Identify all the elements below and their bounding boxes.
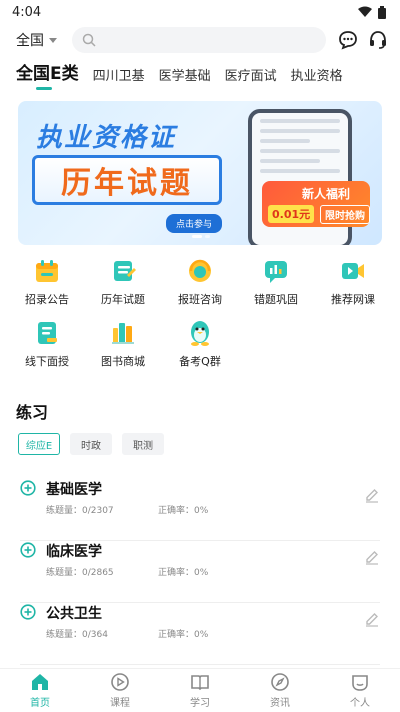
shortcut-recruitment[interactable]: 招录公告 xyxy=(9,257,85,307)
chat-bubble-icon xyxy=(339,31,357,50)
notebook-icon xyxy=(38,322,57,344)
tab-category-3[interactable]: 医疗面试 xyxy=(225,65,277,90)
nav-label: 资讯 xyxy=(270,698,290,709)
nav-label: 课程 xyxy=(110,698,130,709)
promo-price: 0.01元 xyxy=(268,205,315,223)
nav-label: 学习 xyxy=(190,698,210,709)
plus-circle-icon[interactable] xyxy=(20,480,36,496)
practice-name: 基础医学 xyxy=(46,482,102,498)
books-icon xyxy=(112,323,134,344)
play-icon xyxy=(111,673,129,691)
nav-study[interactable]: 学习 xyxy=(160,669,240,712)
practice-item[interactable]: 临床医学 练题量：0/2865 正确率：0% xyxy=(20,541,380,603)
practice-item[interactable]: 公共卫生 练题量：0/364 正确率：0% xyxy=(20,603,380,665)
promo-badge: 新人福利 0.01元 限时抢购 xyxy=(262,181,370,227)
practice-name: 公共卫生 xyxy=(46,606,102,622)
practice-count: 练题量：0/364 xyxy=(46,630,108,640)
shortcut-class-consult[interactable]: 报班咨询 xyxy=(162,257,238,307)
caret-down-icon xyxy=(49,37,57,43)
headset-icon xyxy=(370,31,386,49)
region-label: 全国 xyxy=(16,33,44,49)
pencil-icon[interactable] xyxy=(364,611,380,627)
practice-accuracy: 正确率：0% xyxy=(158,506,209,516)
bottom-nav: 首页 课程 学习 资讯 个人 xyxy=(0,668,400,712)
shortcut-label: 备考Q群 xyxy=(179,355,221,368)
practice-count: 练题量：0/2307 xyxy=(46,506,114,516)
video-icon xyxy=(342,263,364,279)
search-input[interactable] xyxy=(102,33,302,47)
book-icon xyxy=(191,675,209,691)
compass-icon xyxy=(271,673,289,691)
practice-item[interactable]: 基础医学 练题量：0/2307 正确率：0% xyxy=(20,479,380,541)
shortcut-offline-classes[interactable]: 线下面授 xyxy=(9,319,85,369)
carousel-dots xyxy=(192,235,210,238)
plus-circle-icon[interactable] xyxy=(20,604,36,620)
tab-category-2[interactable]: 医学基础 xyxy=(159,65,211,90)
headset-icon xyxy=(189,259,211,282)
tab-practice-2[interactable]: 职测 xyxy=(122,433,164,455)
penguin-icon xyxy=(191,321,209,346)
support-button[interactable] xyxy=(368,30,388,50)
chart-chat-icon xyxy=(265,261,287,283)
nav-label: 首页 xyxy=(30,698,50,709)
practice-name: 临床医学 xyxy=(46,544,102,560)
practice-accuracy: 正确率：0% xyxy=(158,630,209,640)
shortcut-label: 线下面授 xyxy=(25,355,69,368)
pencil-icon[interactable] xyxy=(364,487,380,503)
plus-circle-icon[interactable] xyxy=(20,542,36,558)
practice-tabs: 综应E 时政 职测 xyxy=(18,433,164,455)
shortcut-label: 图书商城 xyxy=(101,355,145,368)
shortcut-recommended-courses[interactable]: 推荐网课 xyxy=(315,257,391,307)
tab-category-0[interactable]: 全国E类 xyxy=(16,59,79,90)
shortcut-label: 历年试题 xyxy=(101,293,145,306)
calendar-icon xyxy=(36,260,58,282)
nav-home[interactable]: 首页 xyxy=(0,669,80,712)
practice-section-title: 练习 xyxy=(16,403,49,422)
wifi-icon xyxy=(358,6,372,17)
practice-count: 练题量：0/2865 xyxy=(46,568,114,578)
profile-icon xyxy=(352,675,368,691)
tab-practice-1[interactable]: 时政 xyxy=(70,433,112,455)
nav-profile[interactable]: 个人 xyxy=(320,669,400,712)
shortcut-wrong-questions[interactable]: 错题巩固 xyxy=(238,257,314,307)
search-icon xyxy=(82,33,96,47)
category-tabs: 全国E类 四川卫基 医学基础 医疗面试 执业资格 xyxy=(16,60,392,90)
promo-tag: 限时抢购 xyxy=(320,205,370,224)
promo-title: 新人福利 xyxy=(302,187,351,201)
tab-category-1[interactable]: 四川卫基 xyxy=(93,65,145,90)
shortcut-label: 错题巩固 xyxy=(254,293,298,306)
top-bar: 全国 xyxy=(0,26,400,54)
status-bar: 4:04 xyxy=(0,0,400,24)
shortcut-past-exams[interactable]: 历年试题 xyxy=(85,257,161,307)
status-time: 4:04 xyxy=(12,4,42,20)
banner-title-line2: 历年试题 xyxy=(32,155,222,205)
tab-category-4[interactable]: 执业资格 xyxy=(291,65,343,90)
search-bar[interactable] xyxy=(72,27,326,53)
home-icon xyxy=(32,674,48,690)
shortcut-label: 招录公告 xyxy=(25,293,69,306)
battery-icon xyxy=(378,5,386,19)
shortcut-label: 报班咨询 xyxy=(178,293,222,306)
promo-banner[interactable]: 执业资格证 历年试题 点击参与 新人福利 0.01元 限时抢购 xyxy=(18,101,382,245)
message-button[interactable] xyxy=(338,30,358,50)
region-selector[interactable]: 全国 xyxy=(16,30,72,50)
scroll-icon xyxy=(114,261,136,281)
nav-label: 个人 xyxy=(350,698,370,709)
shortcut-label: 推荐网课 xyxy=(331,293,375,306)
banner-join-button[interactable]: 点击参与 xyxy=(166,214,223,233)
tab-practice-0[interactable]: 综应E xyxy=(18,433,60,455)
banner-title-line1: 执业资格证 xyxy=(36,123,177,153)
practice-accuracy: 正确率：0% xyxy=(158,568,209,578)
pencil-icon[interactable] xyxy=(364,549,380,565)
shortcut-qq-group[interactable]: 备考Q群 xyxy=(162,319,238,369)
nav-news[interactable]: 资讯 xyxy=(240,669,320,712)
shortcut-bookstore[interactable]: 图书商城 xyxy=(85,319,161,369)
nav-courses[interactable]: 课程 xyxy=(80,669,160,712)
